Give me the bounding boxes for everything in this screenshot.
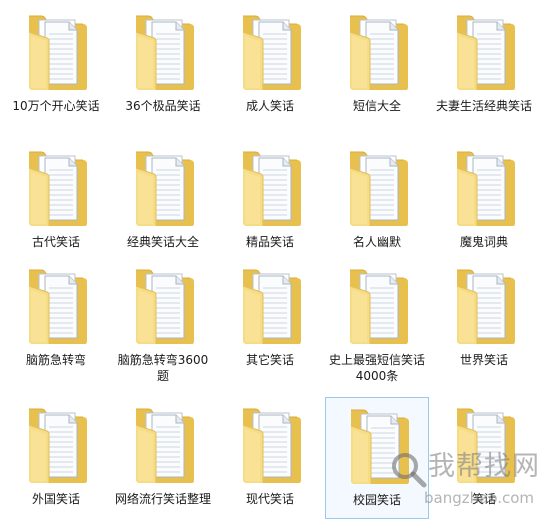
folder-item[interactable]: 世界笑话 — [432, 258, 536, 380]
folder-item[interactable]: 古代笑话 — [4, 140, 108, 262]
folder-item[interactable]: 名人幽默 — [325, 140, 429, 262]
folder-with-documents-icon — [346, 10, 410, 94]
folder-label: 脑筋急转弯 — [25, 353, 86, 367]
folder-with-documents-icon — [132, 10, 196, 94]
folder-label: 精品笑话 — [245, 235, 294, 249]
folder-with-documents-icon — [346, 146, 410, 230]
folder-label: 其它笑话 — [245, 353, 294, 367]
folder-with-documents-icon — [25, 10, 89, 94]
folder-with-documents-icon — [453, 10, 517, 94]
folder-item[interactable]: 魔鬼词典 — [432, 140, 536, 262]
folder-label: 夫妻生活经典笑话 — [435, 99, 532, 113]
folder-item[interactable]: 精品笑话 — [218, 140, 322, 262]
folder-with-documents-icon — [453, 403, 517, 487]
folder-item[interactable]: 经典笑话大全 — [111, 140, 215, 262]
folder-label: 魔鬼词典 — [459, 235, 508, 249]
folder-label: 史上最强短信笑话4000条 — [328, 353, 425, 383]
folder-item[interactable]: 史上最强短信笑话4000条 — [325, 258, 429, 383]
folder-label: 短信大全 — [352, 99, 401, 113]
folder-label: 36个极品笑话 — [125, 99, 201, 113]
folder-label: 笑话 — [471, 492, 496, 506]
folder-item[interactable]: 成人笑话 — [218, 4, 322, 126]
folder-with-documents-icon — [453, 146, 517, 230]
folder-with-documents-icon — [25, 403, 89, 487]
folder-with-documents-icon — [25, 264, 89, 348]
folder-item[interactable]: 10万个开心笑话 — [4, 4, 108, 126]
folder-with-documents-icon — [239, 403, 303, 487]
folder-with-documents-icon — [25, 146, 89, 230]
folder-with-documents-icon — [239, 264, 303, 348]
folder-item[interactable]: 36个极品笑话 — [111, 4, 215, 126]
folder-item[interactable]: 短信大全 — [325, 4, 429, 126]
folder-item[interactable]: 校园笑话 — [325, 397, 429, 519]
folder-item[interactable]: 现代笑话 — [218, 397, 322, 519]
folder-label: 外国笑话 — [31, 492, 80, 506]
folder-label: 名人幽默 — [352, 235, 401, 249]
folder-label: 脑筋急转弯3600题 — [117, 353, 209, 383]
folder-label: 世界笑话 — [459, 353, 508, 367]
folder-with-documents-icon — [239, 146, 303, 230]
folder-item[interactable]: 脑筋急转弯3600题 — [111, 258, 215, 383]
folder-item[interactable]: 笑话 — [432, 397, 536, 519]
folder-item[interactable]: 网络流行笑话整理 — [111, 397, 215, 519]
folder-label: 成人笑话 — [245, 99, 294, 113]
folder-with-documents-icon — [346, 264, 410, 348]
folder-label: 校园笑话 — [352, 493, 401, 507]
folder-with-documents-icon — [132, 146, 196, 230]
folder-label: 经典笑话大全 — [126, 235, 199, 249]
folder-label: 网络流行笑话整理 — [114, 492, 211, 506]
folder-with-documents-icon — [453, 264, 517, 348]
folder-item[interactable]: 脑筋急转弯 — [4, 258, 108, 380]
folder-item[interactable]: 外国笑话 — [4, 397, 108, 519]
folder-with-documents-icon — [347, 404, 411, 488]
folder-label: 10万个开心笑话 — [12, 99, 100, 113]
folder-grid: 10万个开心笑话 36个极品笑话 成人笑话 短信大全 夫妻生活经典笑话 古代笑话… — [0, 0, 541, 521]
folder-item[interactable]: 其它笑话 — [218, 258, 322, 380]
folder-label: 现代笑话 — [245, 492, 294, 506]
folder-with-documents-icon — [239, 10, 303, 94]
folder-with-documents-icon — [132, 264, 196, 348]
folder-label: 古代笑话 — [31, 235, 80, 249]
folder-item[interactable]: 夫妻生活经典笑话 — [432, 4, 536, 126]
folder-with-documents-icon — [132, 403, 196, 487]
